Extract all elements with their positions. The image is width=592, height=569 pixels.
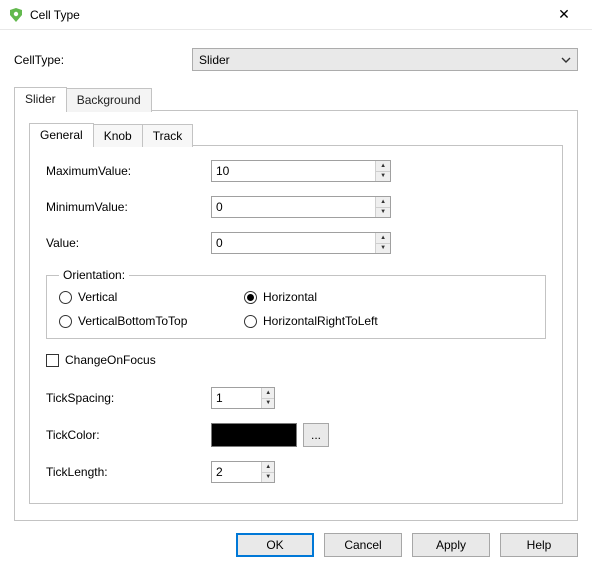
spin-up-icon[interactable]: ▲: [376, 233, 390, 244]
general-panel: MaximumValue: ▲ ▼ MinimumValue: ▲ ▼: [29, 145, 563, 504]
spin-up-icon[interactable]: ▲: [262, 462, 274, 473]
outer-tabpanel: General Knob Track MaximumValue: ▲ ▼ Min…: [14, 110, 578, 521]
tab-general[interactable]: General: [29, 123, 94, 146]
min-stepper[interactable]: ▲ ▼: [211, 196, 391, 218]
spin-down-icon[interactable]: ▼: [262, 399, 274, 409]
chevron-down-icon: [561, 57, 571, 63]
tickspacing-label: TickSpacing:: [46, 391, 211, 405]
tickcolor-swatch[interactable]: [211, 423, 297, 447]
radio-label: VerticalBottomToTop: [78, 314, 187, 328]
cancel-button[interactable]: Cancel: [324, 533, 402, 557]
celltype-label: CellType:: [14, 53, 192, 67]
close-button[interactable]: ✕: [544, 1, 584, 29]
spin-down-icon[interactable]: ▼: [376, 244, 390, 254]
celltype-row: CellType: Slider: [14, 48, 578, 71]
min-input[interactable]: [212, 197, 375, 217]
min-label: MinimumValue:: [46, 200, 211, 214]
value-label: Value:: [46, 236, 211, 250]
ticklength-input[interactable]: [212, 462, 261, 482]
tab-track[interactable]: Track: [142, 124, 194, 147]
orientation-legend: Orientation:: [59, 268, 129, 282]
tab-slider[interactable]: Slider: [14, 87, 67, 111]
radio-label: HorizontalRightToLeft: [263, 314, 378, 328]
spin-down-icon[interactable]: ▼: [376, 172, 390, 182]
tickspacing-stepper[interactable]: ▲ ▼: [211, 387, 275, 409]
dialog-footer: OK Cancel Apply Help: [0, 521, 592, 569]
radio-label: Horizontal: [263, 290, 317, 304]
radio-icon: [244, 291, 257, 304]
spin-down-icon[interactable]: ▼: [376, 208, 390, 218]
radio-vertical-btt[interactable]: VerticalBottomToTop: [59, 314, 244, 328]
spin-up-icon[interactable]: ▲: [376, 197, 390, 208]
window-title: Cell Type: [30, 8, 544, 22]
help-button[interactable]: Help: [500, 533, 578, 557]
ok-button[interactable]: OK: [236, 533, 314, 557]
radio-horizontal[interactable]: Horizontal: [244, 290, 533, 304]
orientation-group: Orientation: Vertical Horizontal Vertica…: [46, 268, 546, 339]
tickcolor-label: TickColor:: [46, 428, 211, 442]
radio-label: Vertical: [78, 290, 117, 304]
max-input[interactable]: [212, 161, 375, 181]
shield-icon: [8, 7, 24, 23]
change-on-focus-label: ChangeOnFocus: [65, 353, 156, 367]
tab-knob[interactable]: Knob: [93, 124, 143, 147]
tab-background[interactable]: Background: [66, 88, 152, 112]
max-label: MaximumValue:: [46, 164, 211, 178]
ticklength-stepper[interactable]: ▲ ▼: [211, 461, 275, 483]
radio-vertical[interactable]: Vertical: [59, 290, 244, 304]
celltype-dropdown[interactable]: Slider: [192, 48, 578, 71]
spin-up-icon[interactable]: ▲: [262, 388, 274, 399]
checkbox-icon: [46, 354, 59, 367]
celltype-value: Slider: [199, 53, 230, 67]
radio-icon: [59, 315, 72, 328]
max-stepper[interactable]: ▲ ▼: [211, 160, 391, 182]
radio-horizontal-rtl[interactable]: HorizontalRightToLeft: [244, 314, 533, 328]
tickcolor-browse-button[interactable]: ...: [303, 423, 329, 447]
value-input[interactable]: [212, 233, 375, 253]
titlebar: Cell Type ✕: [0, 0, 592, 30]
tickspacing-input[interactable]: [212, 388, 261, 408]
spin-down-icon[interactable]: ▼: [262, 473, 274, 483]
value-stepper[interactable]: ▲ ▼: [211, 232, 391, 254]
change-on-focus-checkbox[interactable]: ChangeOnFocus: [46, 353, 546, 367]
inner-tabstrip: General Knob Track: [29, 123, 563, 146]
radio-icon: [244, 315, 257, 328]
apply-button[interactable]: Apply: [412, 533, 490, 557]
spin-up-icon[interactable]: ▲: [376, 161, 390, 172]
ticklength-label: TickLength:: [46, 465, 211, 479]
outer-tabstrip: Slider Background: [14, 87, 578, 111]
radio-icon: [59, 291, 72, 304]
